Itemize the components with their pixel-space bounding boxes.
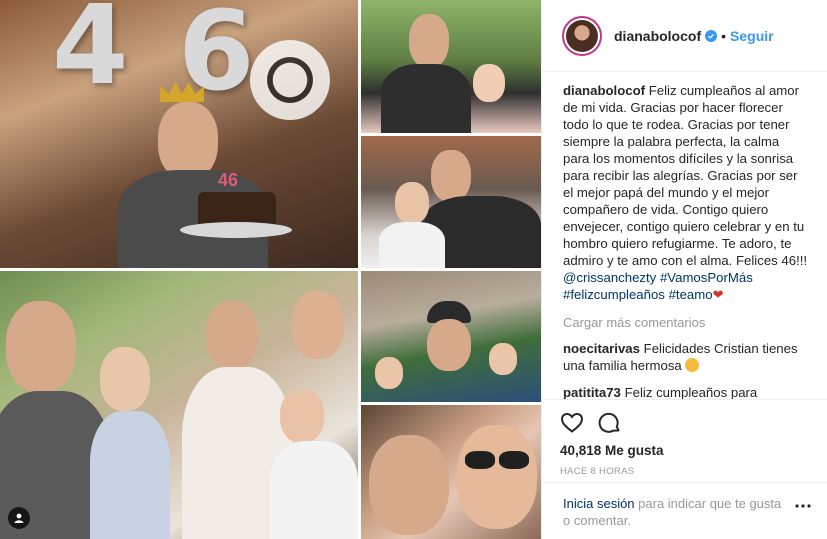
load-more-comments-button[interactable]: Cargar más comentarios [563, 315, 808, 330]
woman-face [100, 347, 150, 411]
likes-count[interactable]: 40,818 Me gusta [560, 443, 812, 458]
photo-collage[interactable]: 4 6 46 [0, 0, 541, 539]
photo-birthday-cake: 4 6 46 [0, 0, 358, 268]
photo-bike-selfie [361, 271, 541, 402]
action-buttons [560, 408, 812, 438]
hashtag-link[interactable]: #teamo [669, 287, 713, 302]
post-panel: dianabolocof • Seguir dianabolocof Feliz… [541, 0, 827, 539]
login-link[interactable]: Inicia sesión [563, 496, 635, 511]
separator-dot: • [721, 27, 727, 44]
heart-emoji: ❤ [712, 287, 724, 302]
post-actions: 40,818 Me gusta HACE 8 HORAS [542, 399, 827, 477]
child2-face [489, 343, 517, 375]
sunglasses [499, 451, 529, 469]
comments-section[interactable]: dianabolocof Feliz cumpleaños al amor de… [542, 72, 827, 399]
heart-icon[interactable] [560, 411, 584, 435]
boy-shirt [270, 441, 358, 539]
username-link[interactable]: dianabolocof [614, 28, 701, 44]
man-face [409, 14, 449, 68]
follow-button[interactable]: Seguir [730, 28, 774, 44]
boy-face [280, 389, 324, 443]
man-face [158, 102, 218, 180]
polka-dot-balloon [250, 40, 330, 120]
caption-text: Feliz cumpleaños al amor de mi vida. Gra… [563, 83, 808, 268]
balloon-digit-4: 4 [52, 0, 129, 109]
caption: dianabolocof Feliz cumpleaños al amor de… [563, 82, 808, 303]
user-badge-icon[interactable] [8, 507, 30, 529]
login-prompt: Inicia sesión para indicar que te gusta … [542, 482, 827, 539]
man-face [369, 435, 449, 535]
candle-46: 46 [218, 170, 239, 190]
avatar[interactable] [562, 15, 602, 56]
comment-item: patitita73 Feliz cumpleaños para Cristia… [563, 384, 808, 399]
boy-shirt [379, 222, 445, 268]
user-icon [14, 513, 24, 523]
hashtag-link[interactable]: #felizcumpleaños [563, 287, 665, 302]
photo-couple-selfie [361, 405, 541, 539]
man-face [206, 301, 258, 369]
teen-face [6, 301, 76, 393]
woman-shirt [90, 411, 170, 539]
mention-link[interactable]: @crissanchezty [563, 270, 656, 285]
comment-item: noecitarivas Felicidades Cristian tienes… [563, 340, 808, 374]
man-shirt [381, 64, 471, 133]
comment-author[interactable]: noecitarivas [563, 341, 640, 356]
caption-author[interactable]: dianabolocof [563, 83, 645, 98]
comment-author[interactable]: patitita73 [563, 385, 621, 399]
smile-emoji-icon [685, 358, 700, 372]
baby-face [473, 64, 505, 102]
verified-icon [705, 29, 718, 42]
man-face [431, 150, 471, 202]
photo-family-group [0, 271, 358, 539]
avatar-image [566, 19, 598, 52]
timestamp[interactable]: HACE 8 HORAS [560, 466, 812, 477]
instagram-post: 4 6 46 dianabolocof • Seguir dianaboloco… [0, 0, 827, 539]
boy-face [395, 182, 429, 224]
more-icon[interactable] [791, 494, 815, 518]
comment-icon[interactable] [598, 411, 622, 435]
teen2-face [292, 291, 344, 359]
woman-face [457, 425, 537, 529]
cake-plate [180, 222, 292, 238]
child-face [375, 357, 403, 389]
photo-man-with-boy [361, 136, 541, 268]
sunglasses [465, 451, 495, 469]
photo-man-with-baby [361, 0, 541, 133]
hashtag-link[interactable]: #VamosPorMás [660, 270, 753, 285]
post-header: dianabolocof • Seguir [542, 0, 827, 72]
man-face [427, 319, 471, 371]
